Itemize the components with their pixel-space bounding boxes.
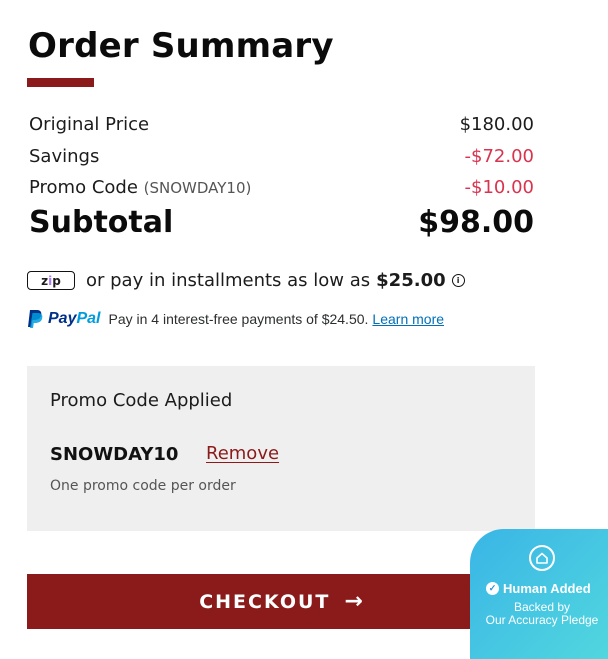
human-added-label: ✓ Human Added bbox=[486, 581, 591, 596]
original-price-label: Original Price bbox=[29, 114, 150, 135]
paypal-text: Pay in 4 interest-free payments of $24.5… bbox=[108, 311, 369, 327]
promo-applied-panel: Promo Code Applied SNOWDAY10 Remove One … bbox=[27, 366, 535, 531]
subtotal-value: $98.00 bbox=[418, 205, 534, 240]
info-icon[interactable]: i bbox=[451, 274, 465, 287]
checkout-button[interactable]: CHECKOUT → bbox=[27, 574, 535, 629]
title-underline bbox=[27, 78, 94, 87]
promo-note: One promo code per order bbox=[50, 478, 236, 494]
zip-amount: $25.00 bbox=[376, 270, 446, 291]
paypal-learn-more-link[interactable]: Learn more bbox=[372, 311, 444, 327]
remove-promo-link[interactable]: Remove bbox=[206, 443, 279, 464]
promo-code-paren: (SNOWDAY10) bbox=[143, 179, 252, 197]
promo-code-label-group: Promo Code (SNOWDAY10) bbox=[29, 177, 251, 198]
zip-logo-icon[interactable]: zip bbox=[27, 271, 75, 290]
paypal-logo-icon bbox=[28, 310, 43, 328]
check-circle-icon: ✓ bbox=[486, 582, 499, 595]
page-title: Order Summary bbox=[28, 26, 334, 66]
checkout-label: CHECKOUT bbox=[199, 590, 331, 613]
promo-code-label: Promo Code bbox=[29, 177, 138, 198]
promo-code-value: -$10.00 bbox=[464, 177, 534, 198]
paypal-message: PayPal Pay in 4 interest-free payments o… bbox=[27, 309, 444, 329]
promo-code-row: Promo Code (SNOWDAY10) -$10.00 bbox=[29, 177, 534, 198]
home-icon bbox=[529, 545, 555, 571]
promo-applied-title: Promo Code Applied bbox=[50, 390, 233, 411]
applied-promo-code: SNOWDAY10 bbox=[50, 444, 179, 465]
original-price-row: Original Price $180.00 bbox=[29, 114, 534, 135]
subtotal-row: Subtotal $98.00 bbox=[29, 205, 534, 240]
zip-text: or pay in installments as low as bbox=[86, 270, 371, 291]
subtotal-label: Subtotal bbox=[29, 205, 174, 240]
zip-installments: zip or pay in installments as low as $25… bbox=[27, 270, 465, 291]
accuracy-pledge-label: Our Accuracy Pledge bbox=[485, 613, 599, 627]
arrow-right-icon: → bbox=[344, 589, 363, 614]
accuracy-pledge-badge[interactable]: ✓ Human Added Backed by Our Accuracy Ple… bbox=[470, 529, 608, 659]
savings-row: Savings -$72.00 bbox=[29, 146, 534, 167]
backed-by-label: Backed by bbox=[513, 600, 571, 614]
original-price-value: $180.00 bbox=[459, 114, 534, 135]
savings-value: -$72.00 bbox=[464, 146, 534, 167]
paypal-wordmark: PayPal bbox=[48, 310, 101, 327]
savings-label: Savings bbox=[29, 146, 100, 167]
